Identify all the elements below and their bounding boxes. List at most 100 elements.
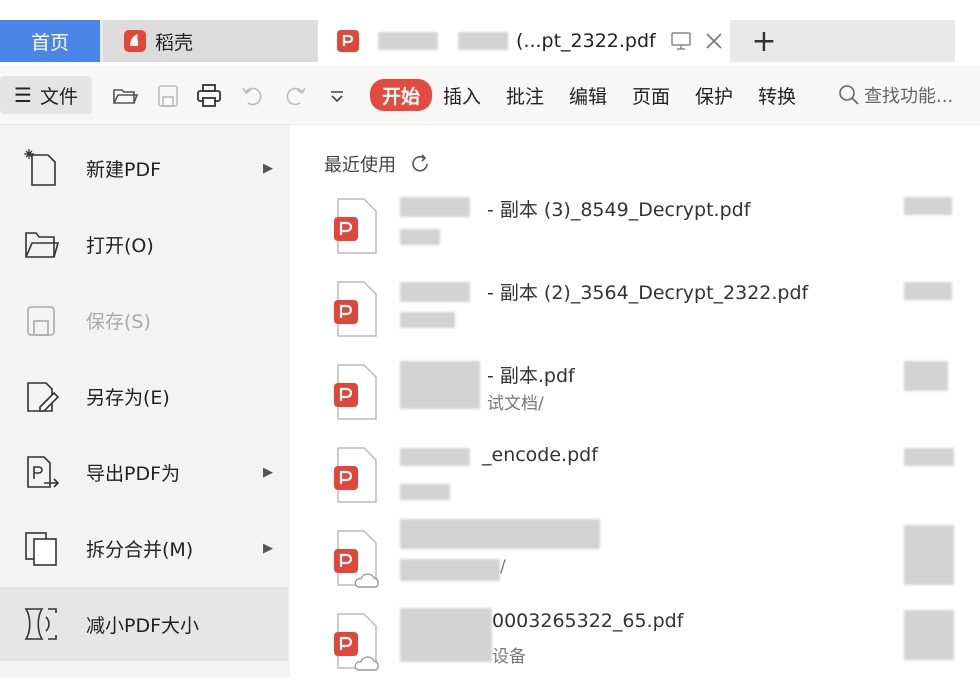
chevron-right-icon: ▶ <box>263 160 273 176</box>
file-menu-sidebar: 新建PDF ▶ 打开(O) 保存(S) 另存为(E) 导出PDF为 ▶ 拆分合并… <box>0 125 290 678</box>
more-dropdown-icon[interactable] <box>324 83 350 109</box>
sidebar-item-open[interactable]: 打开(O) <box>0 207 290 281</box>
tab-current-pdf[interactable]: (...pt_2322.pdf <box>318 20 730 62</box>
list-item[interactable]: 0003265322_65.pdf 设备 <box>292 608 980 692</box>
tab-title-redacted-2 <box>458 32 508 50</box>
monitor-icon[interactable] <box>670 31 692 51</box>
refresh-icon[interactable] <box>408 152 432 176</box>
compress-icon <box>24 608 57 640</box>
tab-annotate-label: 批注 <box>506 85 545 108</box>
tab-edit-label: 编辑 <box>569 85 608 108</box>
file-path: 设备 <box>492 647 526 667</box>
file-name: - 副本.pdf <box>487 365 575 387</box>
tab-start[interactable]: 开始 <box>370 79 433 111</box>
export-icon <box>27 456 60 488</box>
tab-convert[interactable]: 转换 <box>758 79 796 111</box>
file-menu-label: 文件 <box>39 85 78 108</box>
tab-annotate[interactable]: 批注 <box>506 79 544 111</box>
sidebar-item-save-as[interactable]: 另存为(E) <box>0 359 290 433</box>
pdf-cloud-file-icon <box>334 530 379 588</box>
file-name: - 副本 (2)_3564_Decrypt_2322.pdf <box>487 282 809 304</box>
redacted-filename <box>400 448 470 466</box>
save-as-icon <box>27 382 60 412</box>
list-item[interactable]: - 副本 (3)_8549_Decrypt.pdf <box>292 195 980 277</box>
pdf-app-icon <box>337 30 359 52</box>
chevron-right-icon: ▶ <box>263 540 273 556</box>
tab-page[interactable]: 页面 <box>632 79 670 111</box>
new-tab-label: + <box>751 23 777 59</box>
file-menu-button[interactable]: ☰ 文件 <box>0 76 92 114</box>
tab-docer[interactable]: 稻壳 <box>103 20 318 62</box>
save-icon[interactable] <box>155 83 181 109</box>
recent-files-panel: 最近使用 - 副本 (3)_8549_Decrypt.pdf - 副本 (2)_… <box>292 125 980 678</box>
pdf-cloud-file-icon <box>334 613 379 671</box>
find-function-search[interactable]: 查找功能... <box>838 79 953 111</box>
folder-open-icon[interactable] <box>112 83 138 109</box>
split-merge-icon <box>25 532 57 566</box>
redacted-filename <box>400 197 470 217</box>
file-name: 0003265322_65.pdf <box>492 610 684 632</box>
tab-insert[interactable]: 插入 <box>443 79 481 111</box>
sidebar-item-split-merge[interactable]: 拆分合并(M) ▶ <box>0 511 290 585</box>
sidebar-item-label: 导出PDF为 <box>86 462 181 485</box>
pdf-file-icon <box>334 198 377 254</box>
file-name: - 副本 (3)_8549_Decrypt.pdf <box>487 199 751 221</box>
sidebar-item-new-pdf[interactable]: 新建PDF ▶ <box>0 131 290 205</box>
sidebar-item-label: 减小PDF大小 <box>86 614 200 637</box>
tab-home-label: 首页 <box>30 31 69 54</box>
redacted-date <box>904 197 952 215</box>
save-icon <box>27 306 55 336</box>
file-name: _encode.pdf <box>482 444 598 466</box>
tab-insert-label: 插入 <box>443 85 482 108</box>
redacted-date <box>904 448 954 466</box>
list-item[interactable]: / <box>292 519 980 609</box>
sidebar-item-label: 打开(O) <box>86 234 154 257</box>
new-tab-button[interactable]: + <box>742 20 786 62</box>
tab-bar: 首页 稻壳 (...pt_2322.pdf + <box>0 0 980 66</box>
redacted-path <box>400 229 440 245</box>
tab-home[interactable]: 首页 <box>0 20 100 62</box>
tab-docer-label: 稻壳 <box>155 31 194 54</box>
pdf-file-icon <box>334 364 377 420</box>
redacted-path <box>400 484 450 500</box>
tab-protect[interactable]: 保护 <box>695 79 733 111</box>
chevron-right-icon: ▶ <box>263 464 273 480</box>
tab-title-redacted <box>378 32 438 50</box>
folder-open-icon <box>25 232 60 258</box>
tab-convert-label: 转换 <box>758 85 797 108</box>
recent-header: 最近使用 <box>324 151 432 177</box>
redacted-filename <box>400 608 492 662</box>
redacted-path <box>400 312 455 328</box>
docer-logo-icon <box>124 30 146 52</box>
print-icon[interactable] <box>196 83 222 109</box>
tab-start-label: 开始 <box>382 85 421 108</box>
file-path: 试文档/ <box>487 394 544 414</box>
list-item[interactable]: - 副本 (2)_3564_Decrypt_2322.pdf <box>292 278 980 360</box>
redacted-date <box>904 361 948 391</box>
sidebar-item-save[interactable]: 保存(S) <box>0 283 290 357</box>
find-placeholder: 查找功能... <box>864 86 954 107</box>
file-path: / <box>500 557 506 577</box>
sidebar-item-export-pdf[interactable]: 导出PDF为 ▶ <box>0 435 290 509</box>
tab-pdf-title: (...pt_2322.pdf <box>516 30 656 52</box>
sidebar-item-label: 拆分合并(M) <box>86 538 194 561</box>
redacted-filename <box>400 361 480 409</box>
undo-icon[interactable] <box>240 83 266 109</box>
redo-icon[interactable] <box>282 83 308 109</box>
hamburger-icon: ☰ <box>14 83 32 107</box>
close-icon[interactable] <box>704 31 724 51</box>
redacted-filename <box>400 519 600 549</box>
pdf-file-icon <box>334 281 377 337</box>
redacted-path <box>400 559 500 581</box>
sidebar-item-compress-pdf[interactable]: 减小PDF大小 <box>0 587 288 661</box>
tab-edit[interactable]: 编辑 <box>569 79 607 111</box>
tab-page-label: 页面 <box>632 85 671 108</box>
new-file-icon <box>24 149 56 186</box>
redacted-date <box>904 610 954 660</box>
list-item[interactable]: _encode.pdf <box>292 444 980 526</box>
redacted-filename <box>400 282 470 302</box>
pdf-file-icon <box>334 447 377 503</box>
redacted-date <box>904 525 954 585</box>
sidebar-item-label: 新建PDF <box>86 158 162 181</box>
list-item[interactable]: - 副本.pdf 试文档/ <box>292 361 980 443</box>
